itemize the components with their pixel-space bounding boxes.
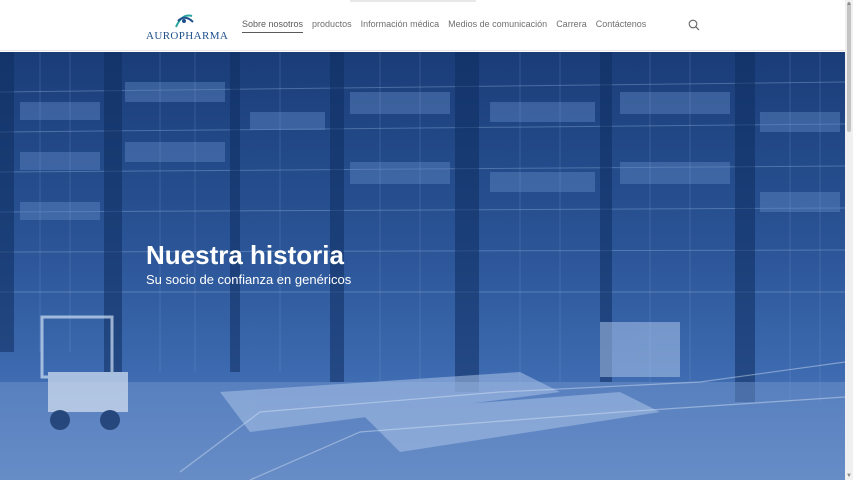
nav-sobre-nosotros[interactable]: Sobre nosotros — [242, 19, 304, 33]
brand-name: AUROPHARMA — [146, 30, 229, 42]
hero-title: Nuestra historia — [146, 240, 344, 270]
nav-contactenos[interactable]: Contáctenos — [596, 19, 647, 33]
scrollbar-thumb[interactable] — [847, 2, 851, 132]
logo-mark-icon — [175, 14, 194, 28]
nav-medios-de-comunicacion[interactable]: Medios de comunicación — [448, 19, 547, 33]
hero-subtitle: Su socio de confianza en genéricos — [146, 272, 352, 287]
scroll-down-arrow-icon[interactable]: ▼ — [845, 472, 853, 480]
nav-informacion-medica[interactable]: Información médica — [361, 19, 440, 33]
top-progress-bar — [350, 0, 476, 2]
search-icon[interactable] — [688, 19, 700, 31]
site-header: AUROPHARMA Sobre nosotros productos Info… — [0, 0, 845, 51]
nav-productos[interactable]: productos — [312, 19, 352, 33]
nav-carrera[interactable]: Carrera — [556, 19, 587, 33]
hero-banner: Nuestra historia Su socio de confianza e… — [0, 52, 845, 480]
scroll-up-arrow-icon[interactable]: ▲ — [845, 0, 853, 8]
auropharma-logo[interactable]: AUROPHARMA — [146, 12, 228, 42]
warehouse-background-image — [0, 52, 845, 480]
main-nav: Sobre nosotros productos Información méd… — [242, 19, 655, 33]
